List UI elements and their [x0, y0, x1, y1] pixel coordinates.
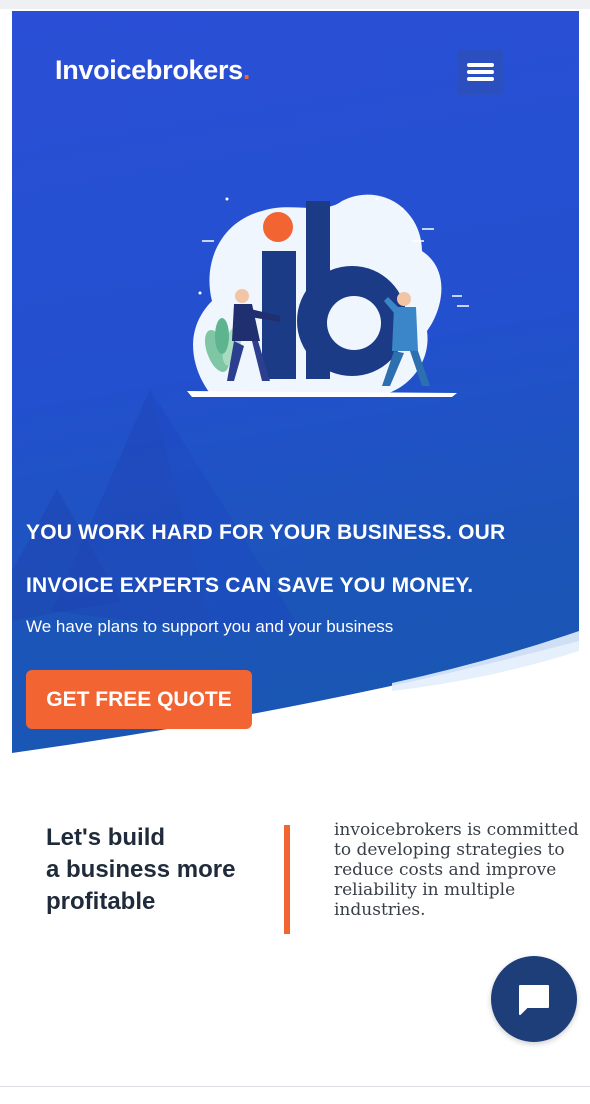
chat-button[interactable]	[491, 956, 577, 1042]
about-heading-line2: a business more	[46, 856, 236, 883]
brand-logo-dot: .	[242, 55, 251, 85]
about-heading-line3: profitable	[46, 888, 156, 915]
hero-headline: YOU WORK HARD FOR YOUR BUSINESS. OUR INVO…	[26, 506, 546, 612]
chat-bubble-icon	[519, 985, 549, 1015]
brand-logo-text: Invoicebrokers	[55, 55, 243, 85]
hero-headline-line1: YOU WORK HARD FOR YOUR BUSINESS. OUR	[26, 521, 506, 544]
about-heading-line1: Let's build	[46, 824, 166, 851]
about-description: invoicebrokers is committed to developin…	[334, 820, 579, 920]
hero-section: Invoicebrokers. YOU WORK HARD FOR YOUR B…	[12, 11, 579, 761]
hero-subtitle: We have plans to support you and your bu…	[26, 617, 394, 636]
orange-divider	[284, 825, 290, 934]
bottom-divider	[0, 1086, 590, 1087]
top-divider	[0, 0, 590, 9]
ib-logo-illustration	[187, 194, 469, 397]
about-heading: Let's build a business more profitable	[46, 822, 276, 918]
get-free-quote-button[interactable]: GET FREE QUOTE	[26, 670, 252, 729]
brand-logo[interactable]: Invoicebrokers.	[55, 55, 250, 86]
menu-button[interactable]	[457, 49, 503, 95]
hero-headline-line2: INVOICE EXPERTS CAN SAVE YOU MONEY.	[26, 574, 474, 597]
